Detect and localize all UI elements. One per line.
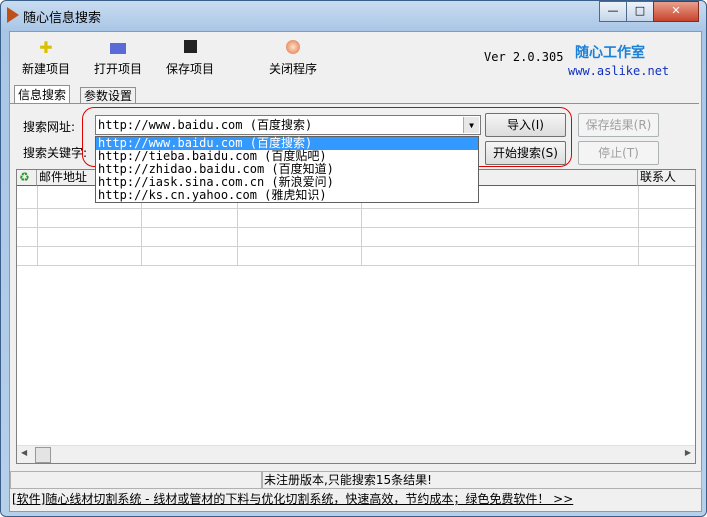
column-header-contact[interactable]: 联系人 bbox=[638, 170, 696, 186]
start-search-button[interactable]: 开始搜索(S) bbox=[485, 141, 566, 165]
close-program-button[interactable]: 关闭程序 bbox=[265, 40, 321, 77]
chevron-down-icon[interactable]: ▼ bbox=[463, 117, 479, 133]
close-button[interactable]: ✕ bbox=[653, 1, 699, 22]
maximize-button[interactable]: □ bbox=[626, 1, 654, 22]
new-project-icon: ✚ bbox=[39, 38, 53, 57]
tab-parameter-settings[interactable]: 参数设置 bbox=[80, 87, 137, 104]
dropdown-option[interactable]: http://ks.cn.yahoo.com (雅虎知识) bbox=[96, 189, 478, 202]
table-row bbox=[17, 227, 695, 228]
floppy-disk-icon bbox=[183, 40, 197, 53]
table-row bbox=[17, 208, 695, 209]
horizontal-scrollbar[interactable]: ◀ ▶ bbox=[17, 445, 695, 463]
open-project-button[interactable]: 打开项目 bbox=[90, 40, 146, 77]
url-select-value: http://www.baidu.com (百度搜索) bbox=[98, 118, 313, 132]
import-button[interactable]: 导入(I) bbox=[485, 113, 566, 137]
scroll-thumb[interactable] bbox=[35, 447, 51, 463]
table-row bbox=[17, 265, 695, 266]
new-project-button[interactable]: ✚ 新建项目 bbox=[18, 40, 74, 77]
brand-logo: 随心工作室 bbox=[575, 45, 645, 61]
url-label: 搜索网址: bbox=[23, 120, 76, 134]
window-title: 随心信息搜索 bbox=[23, 11, 102, 26]
tab-divider bbox=[10, 103, 699, 104]
save-results-button[interactable]: 保存结果(R) bbox=[578, 113, 659, 137]
results-grid[interactable]: ♻ 邮件地址 联系人 ◀ ▶ bbox=[16, 169, 696, 464]
scroll-right-icon[interactable]: ▶ bbox=[685, 448, 691, 457]
table-row bbox=[17, 246, 695, 247]
new-project-label: 新建项目 bbox=[21, 62, 70, 76]
save-project-button[interactable]: 保存项目 bbox=[162, 40, 218, 77]
close-program-label: 关闭程序 bbox=[268, 62, 317, 76]
scroll-left-icon[interactable]: ◀ bbox=[21, 448, 27, 457]
url-select[interactable]: http://www.baidu.com (百度搜索) ▼ bbox=[95, 115, 481, 135]
brand-url[interactable]: www.aslike.net bbox=[568, 64, 669, 78]
minimize-button[interactable]: — bbox=[599, 1, 627, 22]
ad-link[interactable]: [软件]随心线材切割系统 - 线材或管材的下料与优化切割系统，快速高效，节约成本… bbox=[12, 491, 573, 508]
client-area: ✚ 新建项目 打开项目 保存项目 关闭程序 Ver 2.0.305 随心工作室 … bbox=[9, 31, 702, 512]
app-window: 随心信息搜索 — □ ✕ ✚ 新建项目 打开项目 保存项目 关闭程序 Ver 2… bbox=[0, 0, 707, 517]
url-dropdown-list[interactable]: http://www.baidu.com (百度搜索) http://tieba… bbox=[95, 136, 479, 203]
status-message: 未注册版本,只能搜索15条结果! bbox=[262, 471, 702, 489]
tab-info-search[interactable]: 信息搜索 bbox=[14, 85, 71, 104]
status-panel-left bbox=[10, 471, 262, 489]
app-icon bbox=[7, 7, 19, 23]
folder-open-icon bbox=[110, 43, 126, 54]
close-circle-icon bbox=[286, 40, 300, 54]
save-project-label: 保存项目 bbox=[165, 62, 214, 76]
keyword-label: 搜索关键字: bbox=[23, 146, 88, 160]
stop-button[interactable]: 停止(T) bbox=[578, 141, 659, 165]
version-label: Ver 2.0.305 bbox=[484, 50, 564, 64]
recycle-icon[interactable]: ♻ bbox=[17, 170, 37, 186]
open-project-label: 打开项目 bbox=[93, 62, 142, 76]
